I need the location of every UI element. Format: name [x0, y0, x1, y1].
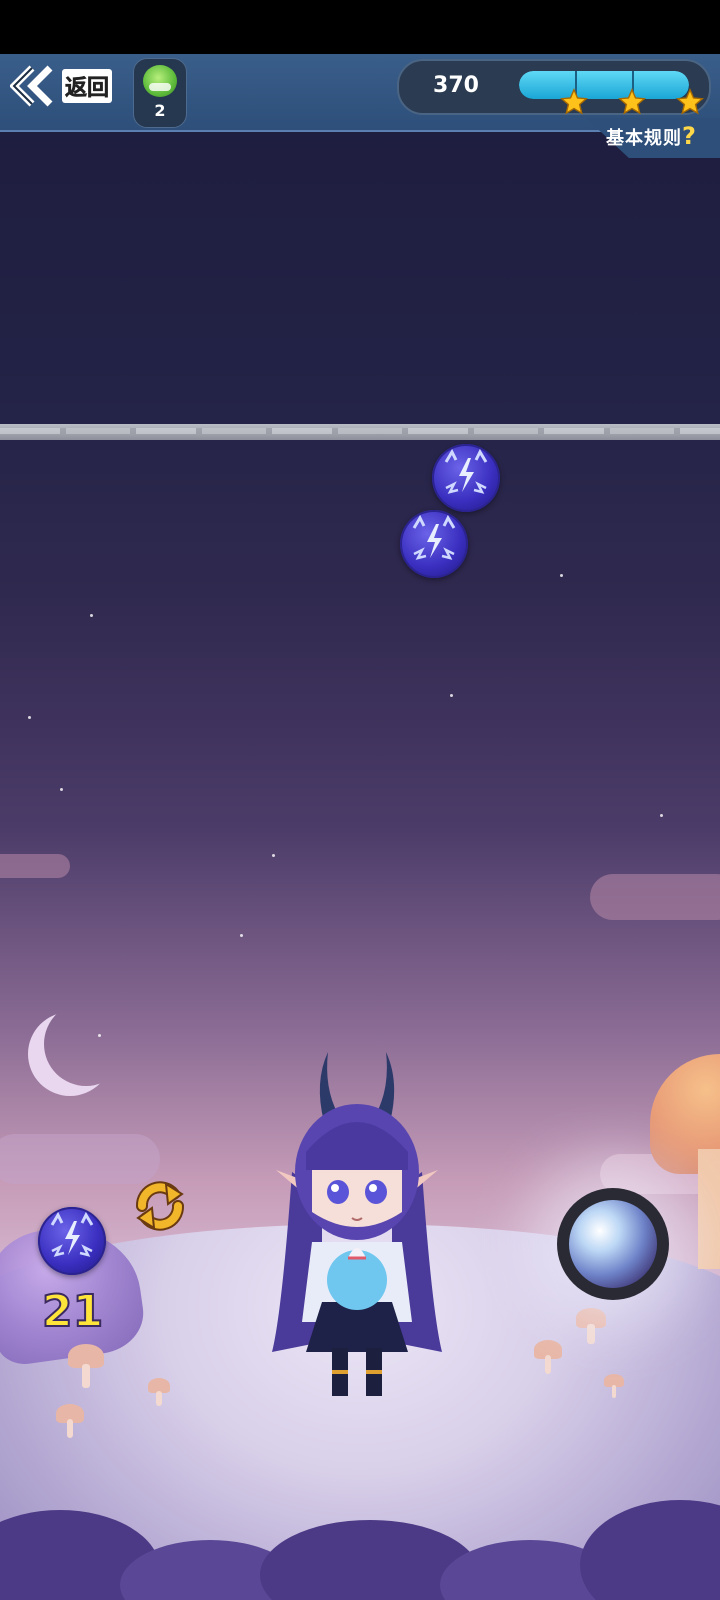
lightning-icon	[50, 1211, 94, 1257]
sky-star	[60, 788, 63, 791]
sky-star	[560, 574, 563, 577]
lightning-bubble	[400, 510, 468, 578]
star-icon	[618, 88, 646, 115]
sky-star	[660, 814, 663, 817]
rules-label: 基本规则	[606, 128, 682, 149]
sky-star	[28, 716, 31, 719]
board-ceiling	[0, 424, 720, 440]
double-chevron-left-icon	[10, 65, 53, 107]
character-avatar	[272, 1052, 442, 1396]
lightning-icon	[444, 448, 488, 494]
moon	[44, 1002, 128, 1086]
status-bar	[0, 0, 720, 54]
score-progress-bar	[519, 71, 689, 99]
mushroom	[604, 1374, 624, 1398]
swap-arrows-icon[interactable]	[126, 1172, 194, 1240]
sky-star	[450, 694, 453, 697]
score-progress-fill	[519, 71, 689, 99]
score-panel: 370	[397, 59, 711, 115]
lightning-bubble	[432, 444, 500, 512]
mushroom	[534, 1340, 562, 1374]
cloud	[0, 854, 70, 878]
pet-badge[interactable]: 2	[133, 58, 187, 128]
star-icon	[560, 88, 588, 115]
back-button[interactable]: 返回	[10, 64, 113, 108]
sky-star	[90, 614, 93, 617]
current-bubble	[38, 1207, 106, 1275]
fire-button[interactable]	[557, 1188, 669, 1300]
green-pet-icon	[143, 65, 177, 97]
question-mark-icon: ?	[682, 122, 697, 150]
crystal-orb-icon	[569, 1200, 657, 1288]
ammo-count: 21	[41, 1285, 104, 1338]
pet-count: 2	[154, 101, 166, 120]
mushroom	[148, 1378, 170, 1406]
sky-star	[272, 854, 275, 857]
rules-button[interactable]: 基本规则?	[606, 122, 697, 150]
lightning-icon	[412, 514, 456, 560]
back-label: 返回	[62, 69, 113, 103]
foreground-bushes	[0, 1490, 720, 1600]
sky-star	[240, 934, 243, 937]
cloud	[590, 874, 720, 920]
mushroom	[68, 1344, 104, 1388]
score-value: 370	[433, 73, 479, 98]
mushroom	[56, 1404, 84, 1438]
star-icon	[676, 88, 704, 115]
mushroom	[576, 1308, 606, 1344]
